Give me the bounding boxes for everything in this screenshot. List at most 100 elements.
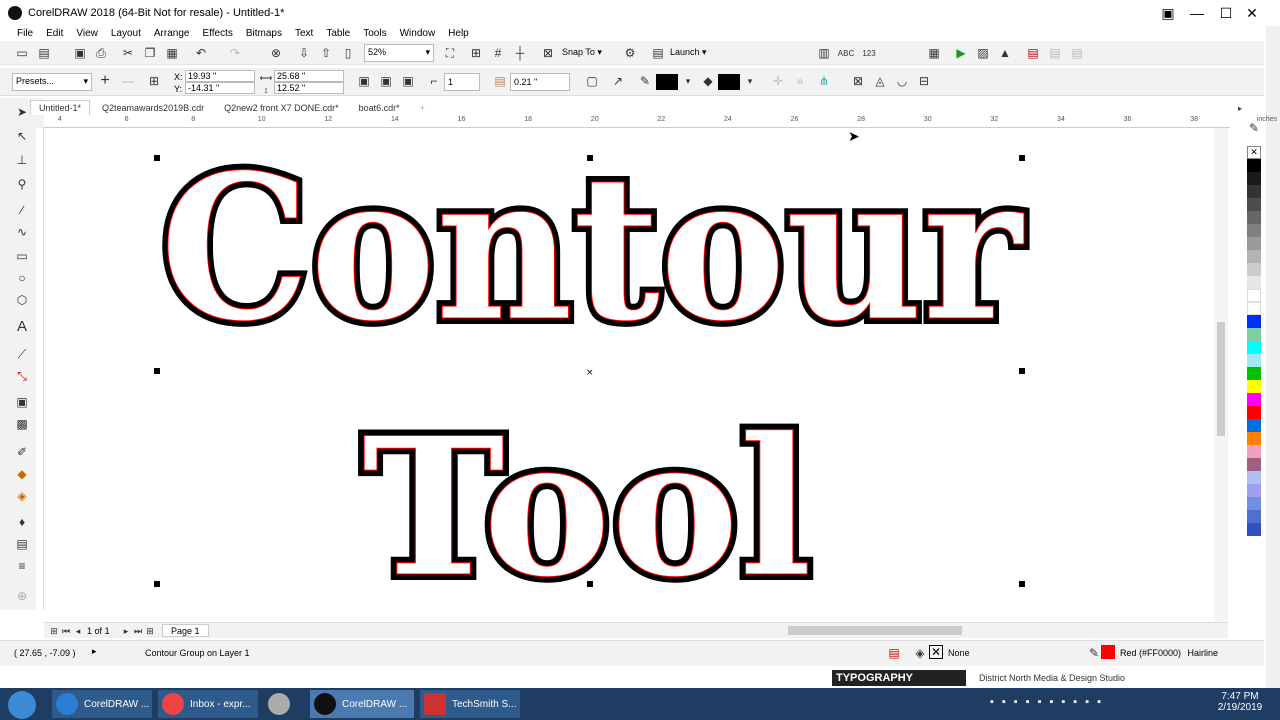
new-document-icon[interactable]: ▭: [14, 45, 30, 61]
menu-table[interactable]: Table: [326, 28, 350, 39]
redo-icon[interactable]: ↷: [227, 45, 243, 61]
add-page-after-icon[interactable]: ⊞: [142, 623, 158, 639]
horizontal-ruler[interactable]: 4 6 8 10 12 14 16 18 20 22 24 26 28 30 32 34 36 38 inches: [44, 116, 1277, 128]
outline-color-swatch[interactable]: [656, 74, 678, 90]
drop-shadow-icon[interactable]: ▣: [14, 394, 30, 410]
object-properties-icon[interactable]: ▤: [14, 536, 30, 552]
align-tool-icon[interactable]: ≡: [14, 558, 30, 574]
show-grid-icon[interactable]: #: [490, 45, 506, 61]
fill-color-swatch[interactable]: [718, 74, 740, 90]
full-screen-icon[interactable]: ⛶: [442, 45, 458, 61]
barcode-icon[interactable]: ▥: [816, 45, 832, 61]
tab-untitled-1[interactable]: Untitled-1*: [30, 100, 91, 115]
record-macro-icon[interactable]: ▲: [997, 45, 1013, 61]
interactive-fill-icon[interactable]: ◆: [14, 466, 30, 482]
maximize-button[interactable]: ☐: [1212, 0, 1240, 26]
more-icon[interactable]: »: [792, 73, 808, 89]
swatch-yellow[interactable]: [1247, 380, 1261, 393]
calendar-icon[interactable]: ▦: [926, 45, 942, 61]
swatch-mint[interactable]: [1247, 328, 1261, 341]
color-proofing-icon[interactable]: ▤: [886, 645, 902, 661]
taskbar-item-coreldraw-2[interactable]: CorelDRAW ...: [310, 690, 414, 718]
color-direction-icon[interactable]: ↗: [610, 73, 626, 89]
text-tool-icon[interactable]: A: [14, 318, 30, 335]
swatch-gray10[interactable]: [1247, 276, 1261, 289]
numbering-icon[interactable]: 123: [861, 45, 877, 61]
drawing-canvas[interactable]: Contour Contour Contour Tool Tool Tool ×…: [46, 128, 1226, 622]
menu-text[interactable]: Text: [295, 28, 313, 39]
script-extra2-icon[interactable]: ▤: [1069, 45, 1085, 61]
script-icon[interactable]: ▤: [1025, 45, 1041, 61]
swatch-gray50[interactable]: [1247, 224, 1261, 237]
corners-icon[interactable]: ▢: [584, 73, 600, 89]
swatch-gray40[interactable]: [1247, 237, 1261, 250]
outside-icon[interactable]: ▣: [400, 73, 416, 89]
copy-contour-icon[interactable]: ⋔: [816, 73, 832, 89]
fill-color-dropdown-icon[interactable]: ▾: [742, 73, 758, 89]
quick-customize-icon[interactable]: ⊕: [14, 588, 30, 604]
swatch-none[interactable]: ✕: [1247, 146, 1261, 159]
acceleration-icon[interactable]: ✛: [770, 73, 786, 89]
taskbar-item-blank[interactable]: [264, 690, 304, 718]
vertical-scrollbar[interactable]: [1214, 128, 1228, 622]
paste-icon[interactable]: ▦: [164, 45, 180, 61]
vertical-scroll-thumb[interactable]: [1217, 322, 1225, 436]
palette-pen-icon[interactable]: ✎: [1246, 120, 1262, 136]
width-field[interactable]: 25.68 ": [274, 70, 344, 82]
smart-fill-icon[interactable]: ◈: [14, 488, 30, 504]
print-icon[interactable]: ⎙: [93, 45, 109, 61]
new-tab-icon[interactable]: +: [412, 101, 433, 115]
vertical-ruler[interactable]: [36, 128, 44, 610]
inside-icon[interactable]: ▣: [378, 73, 394, 89]
rectangle-tool-icon[interactable]: ▭: [14, 248, 30, 264]
clear-contour-icon[interactable]: ⊠: [850, 73, 866, 89]
menu-edit[interactable]: Edit: [46, 28, 63, 39]
minimize-button[interactable]: —: [1183, 0, 1211, 26]
parallel-dimension-icon[interactable]: ⟋: [14, 346, 30, 362]
swatch-gray90[interactable]: [1247, 172, 1261, 185]
presets-select[interactable]: Presets... ▾: [12, 73, 92, 91]
menu-bitmaps[interactable]: Bitmaps: [246, 28, 282, 39]
copy-icon[interactable]: ❐: [142, 45, 158, 61]
contour-overlap-icon[interactable]: ◬: [872, 73, 888, 89]
freehand-tool-icon[interactable]: ∕: [14, 202, 30, 218]
swatch-black[interactable]: [1247, 159, 1261, 172]
macro-editor-icon[interactable]: ▨: [975, 45, 991, 61]
swatch-white2[interactable]: [1247, 302, 1261, 315]
zoom-level-select[interactable]: 52% ▾: [364, 44, 434, 62]
search-content-icon[interactable]: ⊗: [268, 45, 284, 61]
menu-arrange[interactable]: Arrange: [154, 28, 190, 39]
swatch-blue[interactable]: [1247, 315, 1261, 328]
tab-q2new2-front[interactable]: Q2new2 front X7 DONE.cdr*: [216, 101, 347, 115]
play-macro-icon[interactable]: ▶: [953, 45, 969, 61]
swatch-gray20[interactable]: [1247, 263, 1261, 276]
to-center-icon[interactable]: ▣: [356, 73, 372, 89]
spell-check-icon[interactable]: ABC: [838, 45, 854, 61]
swatch-plum[interactable]: [1247, 458, 1261, 471]
show-guidelines-icon[interactable]: ┼: [512, 45, 528, 61]
options-gear-icon[interactable]: ⚙: [622, 45, 638, 61]
tab-q2teamawards[interactable]: Q2teamawards2019B.cdr: [94, 101, 212, 115]
swatch-magenta[interactable]: [1247, 393, 1261, 406]
ellipse-tool-icon[interactable]: ○: [14, 270, 30, 286]
launch-icon[interactable]: ▤: [650, 45, 666, 61]
swatch-cornflower[interactable]: [1247, 510, 1261, 523]
page-1-tab[interactable]: Page 1: [162, 624, 209, 637]
outline-color-indicator[interactable]: [1101, 645, 1115, 659]
cut-icon[interactable]: ✂: [120, 45, 136, 61]
open-folder-icon[interactable]: ▤: [36, 45, 52, 61]
swatch-white[interactable]: [1247, 289, 1261, 302]
export-icon[interactable]: ⇧: [318, 45, 334, 61]
prev-page-icon[interactable]: ◂: [70, 623, 86, 639]
transparency-tool-icon[interactable]: ▩: [14, 416, 30, 432]
remove-preset-icon[interactable]: —: [120, 73, 136, 89]
swatch-pink[interactable]: [1247, 445, 1261, 458]
contour-steps-field[interactable]: 1: [444, 73, 480, 91]
eyedropper-tool-icon[interactable]: ✐: [14, 444, 30, 460]
swatch-light-cyan[interactable]: [1247, 354, 1261, 367]
connector-tool-icon[interactable]: ⤡: [14, 368, 30, 384]
swatch-periwinkle[interactable]: [1247, 497, 1261, 510]
taskbar-item-techsmith[interactable]: TechSmith S...: [420, 690, 520, 718]
zoom-tool-icon[interactable]: ⚲: [14, 176, 30, 192]
crop-tool-icon[interactable]: ⊥: [14, 152, 30, 168]
